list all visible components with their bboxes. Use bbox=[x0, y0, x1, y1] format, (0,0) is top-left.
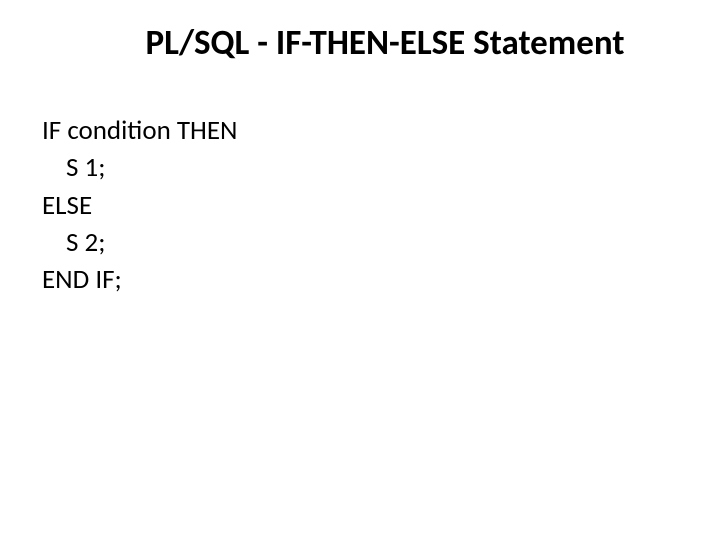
code-line-4: S 2; bbox=[42, 224, 720, 261]
slide-title: PL/SQL - IF-THEN-ELSE Statement bbox=[0, 22, 720, 64]
code-block: IF condition THEN S 1; ELSE S 2; END IF; bbox=[0, 112, 720, 298]
slide-container: PL/SQL - IF-THEN-ELSE Statement IF condi… bbox=[0, 0, 720, 540]
code-line-1: IF condition THEN bbox=[42, 112, 720, 149]
code-line-5: END IF; bbox=[42, 261, 720, 298]
code-line-2: S 1; bbox=[42, 149, 720, 186]
code-line-3: ELSE bbox=[42, 187, 720, 224]
